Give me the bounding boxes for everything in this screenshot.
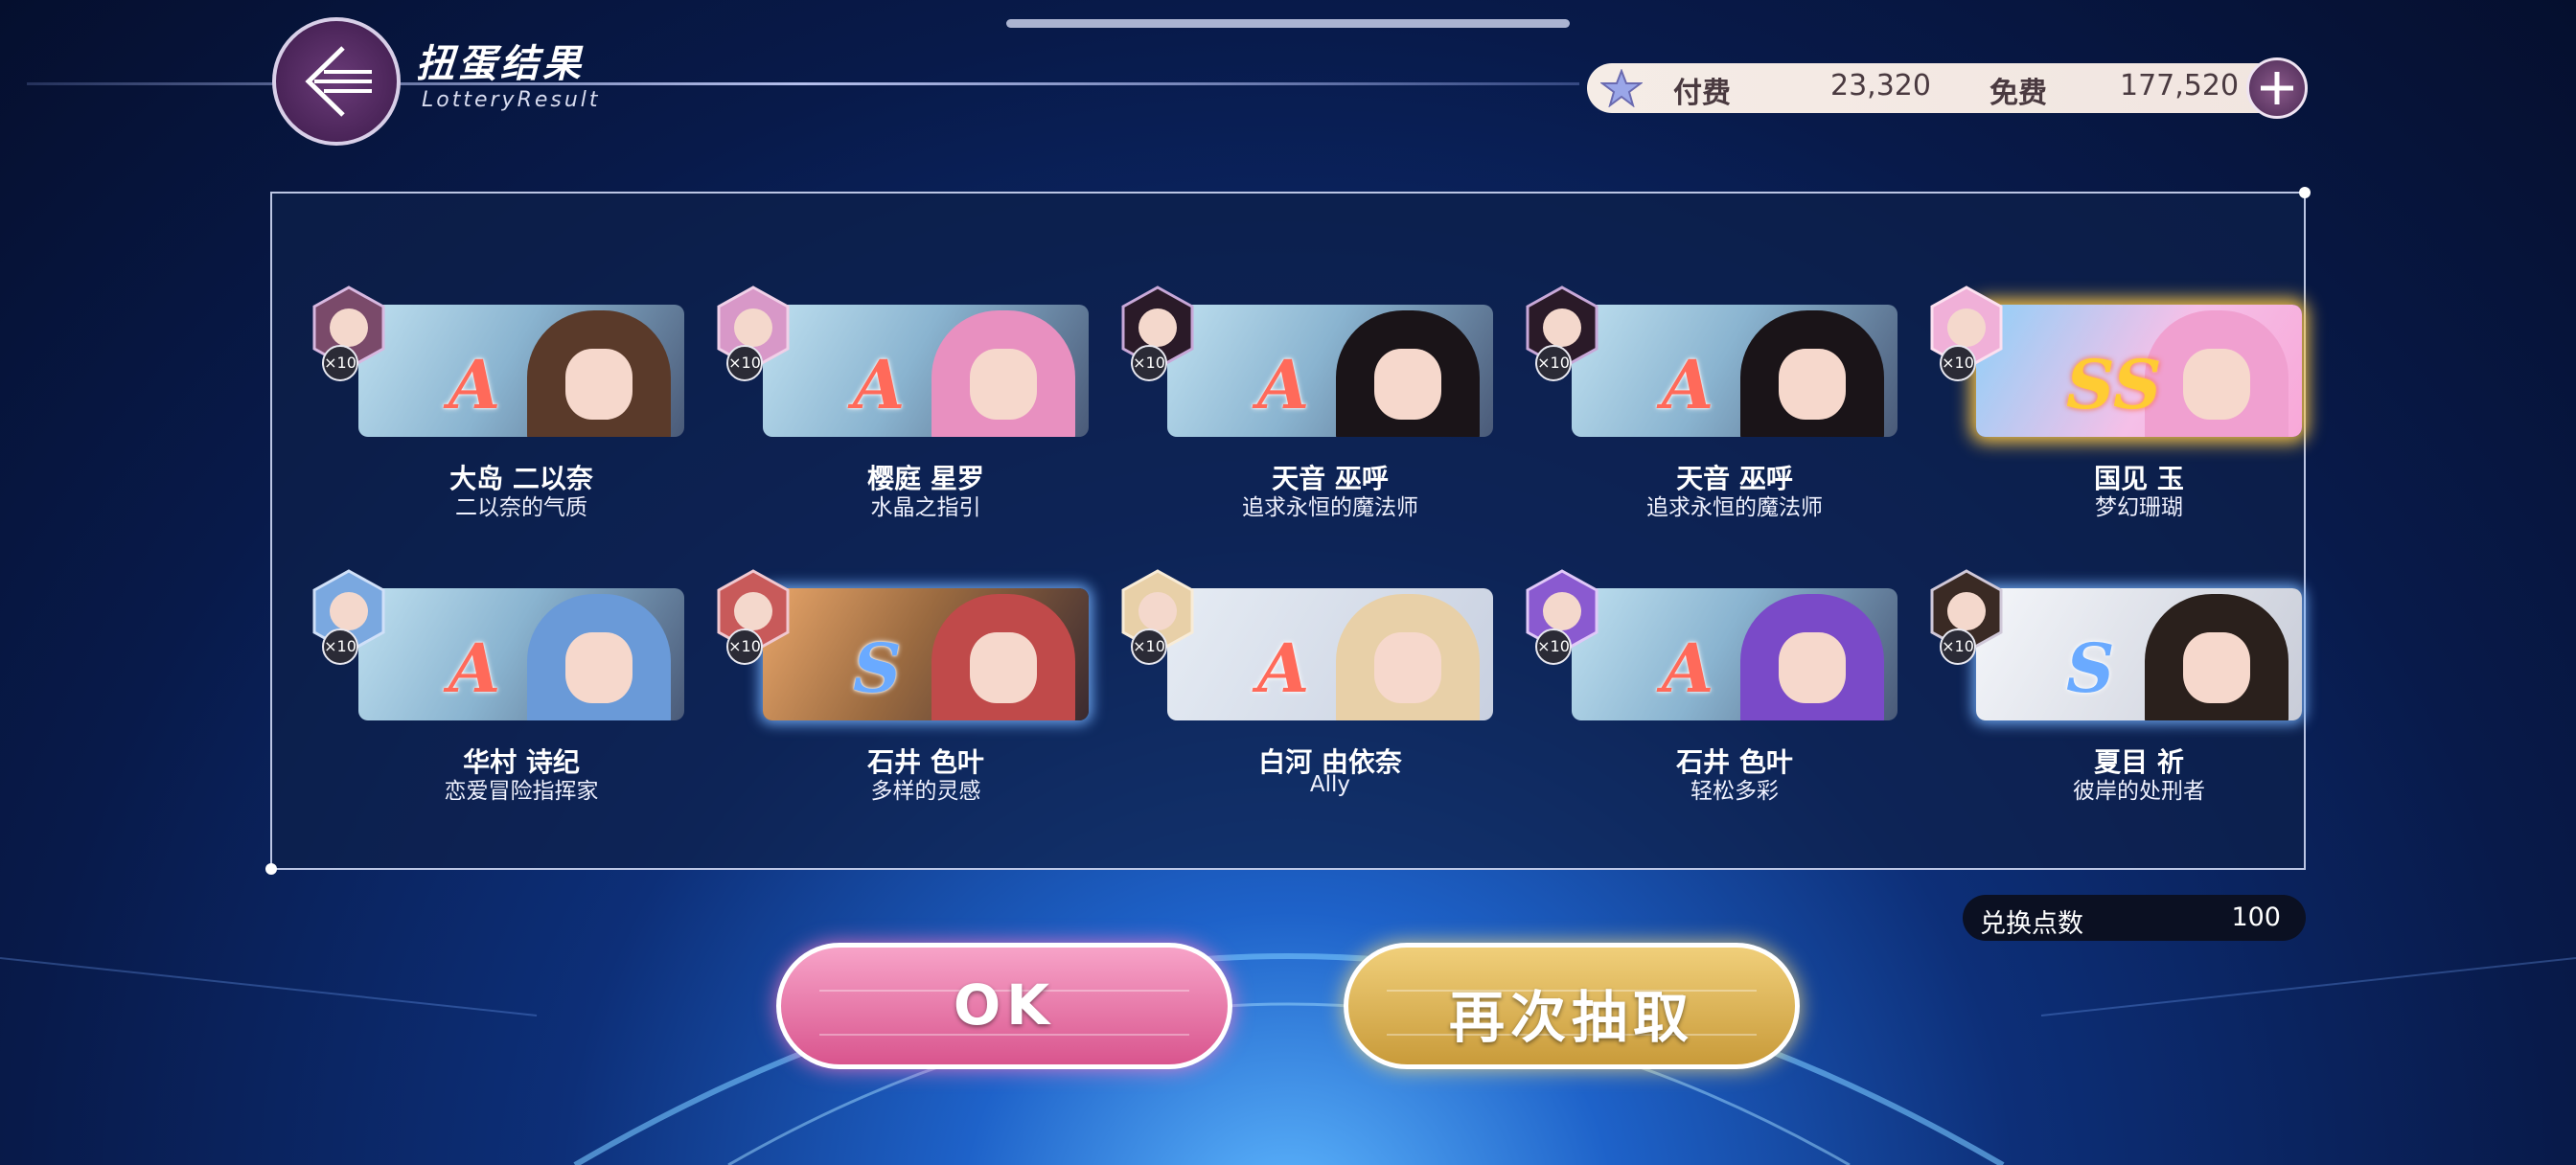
card-art: A: [1167, 305, 1493, 437]
rank-badge: SS: [2066, 345, 2162, 424]
page-subtitle: LotteryResult: [422, 88, 601, 112]
result-card[interactable]: S ×10 夏目 祈 彼岸的处刑者: [1928, 569, 2331, 804]
exchange-points: 兑换点数 100: [1963, 895, 2306, 941]
result-card[interactable]: A ×10 白河 由依奈 Ally: [1119, 569, 1522, 799]
header-divider: [27, 82, 1579, 85]
card-title: Ally: [1309, 772, 1351, 797]
count-badge: ×10: [726, 345, 763, 381]
rank-badge: A: [1257, 345, 1310, 424]
star-gem-icon: [1600, 69, 1643, 107]
draw-again-button[interactable]: 再次抽取: [1344, 943, 1800, 1069]
card-title: 轻松多彩: [1690, 779, 1779, 804]
free-value: 177,520: [2120, 69, 2240, 103]
count-badge: ×10: [1131, 628, 1167, 665]
page-title: 扭蛋结果: [416, 42, 585, 86]
home-indicator[interactable]: [1006, 19, 1570, 28]
rank-badge: A: [1662, 345, 1714, 424]
exchange-label: 兑换点数: [1980, 909, 2083, 939]
card-title: 彼岸的处刑者: [2073, 779, 2205, 804]
result-card[interactable]: A ×10 石井 色叶 轻松多彩: [1524, 569, 1926, 804]
card-title: 梦幻珊瑚: [2095, 495, 2183, 520]
count-badge: ×10: [1535, 628, 1572, 665]
card-art: S: [1976, 588, 2302, 720]
card-title: 追求永恒的魔法师: [1646, 495, 1823, 520]
back-button[interactable]: [272, 17, 401, 146]
card-title: 恋爱冒险指挥家: [444, 779, 599, 804]
rank-badge: S: [853, 628, 902, 708]
count-badge: ×10: [1940, 345, 1976, 381]
count-badge: ×10: [322, 345, 358, 381]
result-card[interactable]: A ×10 天音 巫呼 追求永恒的魔法师: [1524, 286, 1926, 520]
exchange-value: 100: [2231, 902, 2281, 932]
rank-badge: A: [448, 345, 501, 424]
back-arrow-icon: [305, 46, 372, 117]
card-art: SS: [1976, 305, 2302, 437]
card-art: S: [763, 588, 1089, 720]
ok-button[interactable]: OK: [776, 943, 1232, 1069]
free-label: 免费: [1990, 77, 2047, 110]
card-title: 水晶之指引: [870, 495, 981, 520]
add-currency-button[interactable]: [2246, 57, 2308, 119]
paid-value: 23,320: [1830, 69, 1931, 103]
rank-badge: A: [853, 345, 906, 424]
count-badge: ×10: [1535, 345, 1572, 381]
card-title: 追求永恒的魔法师: [1242, 495, 1418, 520]
card-art: A: [763, 305, 1089, 437]
count-badge: ×10: [1940, 628, 1976, 665]
results-panel: A ×10 大岛 二以奈 二以奈的气质 A ×10 樱庭 星罗 水晶之指引 A …: [265, 187, 2311, 875]
card-art: A: [358, 588, 684, 720]
rank-badge: A: [448, 628, 501, 708]
result-card[interactable]: SS ×10 国见 玉 梦幻珊瑚: [1928, 286, 2331, 520]
paid-label: 付费: [1673, 77, 1731, 110]
rank-badge: S: [2066, 628, 2115, 708]
card-title: 二以奈的气质: [455, 495, 587, 520]
panel-corner-dot: [265, 863, 277, 875]
rank-badge: A: [1257, 628, 1310, 708]
result-card[interactable]: A ×10 华村 诗纪 恋爱冒险指挥家: [310, 569, 713, 804]
count-badge: ×10: [322, 628, 358, 665]
currency-bar: 付费 23,320 免费 177,520: [1587, 63, 2296, 113]
card-title: 多样的灵感: [870, 779, 981, 804]
result-card[interactable]: A ×10 大岛 二以奈 二以奈的气质: [310, 286, 713, 520]
rank-badge: A: [1662, 628, 1714, 708]
result-card[interactable]: A ×10 天音 巫呼 追求永恒的魔法师: [1119, 286, 1522, 520]
card-art: A: [1572, 305, 1898, 437]
count-badge: ×10: [726, 628, 763, 665]
ok-label: OK: [953, 972, 1056, 1038]
card-art: A: [1572, 588, 1898, 720]
draw-again-label: 再次抽取: [1448, 985, 1694, 1050]
panel-corner-dot: [2299, 187, 2311, 198]
card-art: A: [358, 305, 684, 437]
card-art: A: [1167, 588, 1493, 720]
result-card[interactable]: S ×10 石井 色叶 多样的灵感: [715, 569, 1117, 804]
result-card[interactable]: A ×10 樱庭 星罗 水晶之指引: [715, 286, 1117, 520]
count-badge: ×10: [1131, 345, 1167, 381]
